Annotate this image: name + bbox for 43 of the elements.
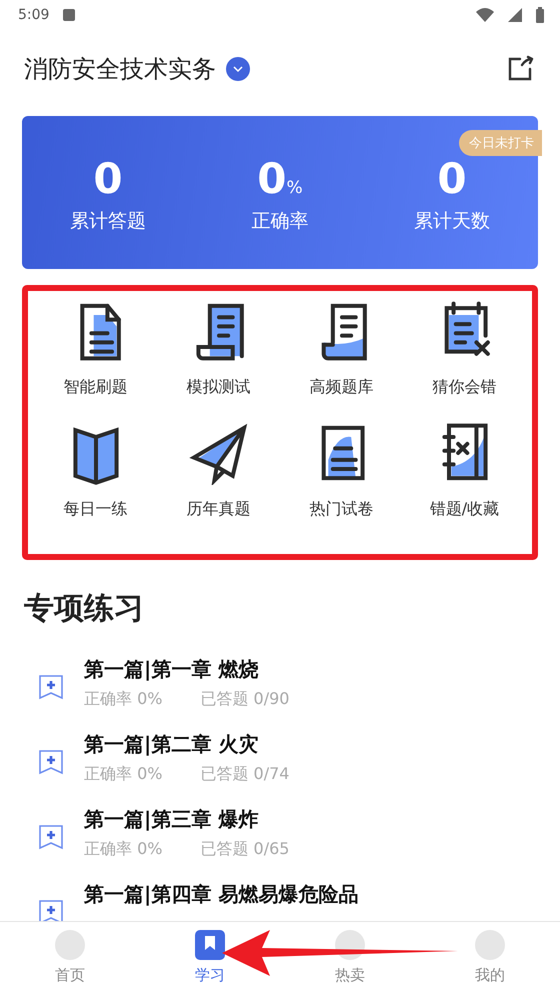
tab-icon	[475, 930, 505, 960]
topic-title[interactable]: 第一篇|第一章 燃烧	[84, 656, 290, 682]
feature-label[interactable]: 热门试卷	[310, 498, 374, 520]
checkin-badge: 今日未打卡	[459, 130, 542, 156]
feature-label[interactable]: 历年真题	[186, 498, 250, 520]
tab[interactable]: 首页	[0, 922, 140, 993]
dropdown-icon[interactable]	[226, 57, 250, 81]
topic-title[interactable]: 第一篇|第四章 易燃易爆危险品	[84, 881, 358, 908]
accuracy-text: 正确率 0%	[84, 688, 162, 710]
signal-icon	[508, 8, 522, 22]
status-time: 5:09	[18, 7, 50, 23]
stat-label: 正确率	[252, 209, 308, 234]
topic-title[interactable]: 第一篇|第三章 爆炸	[84, 806, 290, 832]
tab-icon	[55, 930, 85, 960]
accuracy-text: 正确率 0%	[84, 764, 162, 784]
answered-text: 已答题 0/65	[200, 838, 290, 860]
feature-label[interactable]: 智能刷题	[64, 377, 128, 398]
bookmark-plus-icon	[38, 674, 64, 700]
section-title: 专项练习	[24, 590, 145, 628]
tab[interactable]: 我的	[420, 922, 560, 993]
topic-title[interactable]: 第一篇|第二章 火灾	[84, 730, 290, 758]
battery-icon	[536, 7, 544, 23]
feature-label[interactable]: 高频题库	[310, 377, 374, 398]
wifi-icon	[476, 8, 494, 22]
stat-label: 累计答题	[70, 209, 146, 234]
stat-value: 0%	[257, 156, 303, 202]
feature-label[interactable]: 模拟测试	[186, 377, 250, 398]
stat-value: 0	[93, 156, 123, 202]
feature-label[interactable]: 猜你会错	[432, 377, 496, 398]
accuracy-text: 正确率 0%	[84, 838, 162, 860]
bookmark-plus-icon	[38, 824, 64, 850]
feature-label[interactable]: 每日一练	[64, 498, 128, 520]
course-title: 消防安全技术实务	[24, 54, 216, 85]
stat-label: 累计天数	[414, 209, 490, 234]
bookmark-plus-icon	[38, 748, 64, 774]
tab[interactable]: 学习	[140, 922, 280, 993]
feature-label[interactable]: 错题/收藏	[430, 498, 500, 520]
answered-text: 已答题 0/74	[200, 764, 290, 784]
notification-icon	[63, 9, 76, 21]
answered-text: 已答题 0/90	[200, 688, 290, 710]
bookmark-icon	[195, 930, 225, 960]
stat-value: 0	[437, 156, 467, 202]
share-icon[interactable]	[506, 55, 534, 83]
